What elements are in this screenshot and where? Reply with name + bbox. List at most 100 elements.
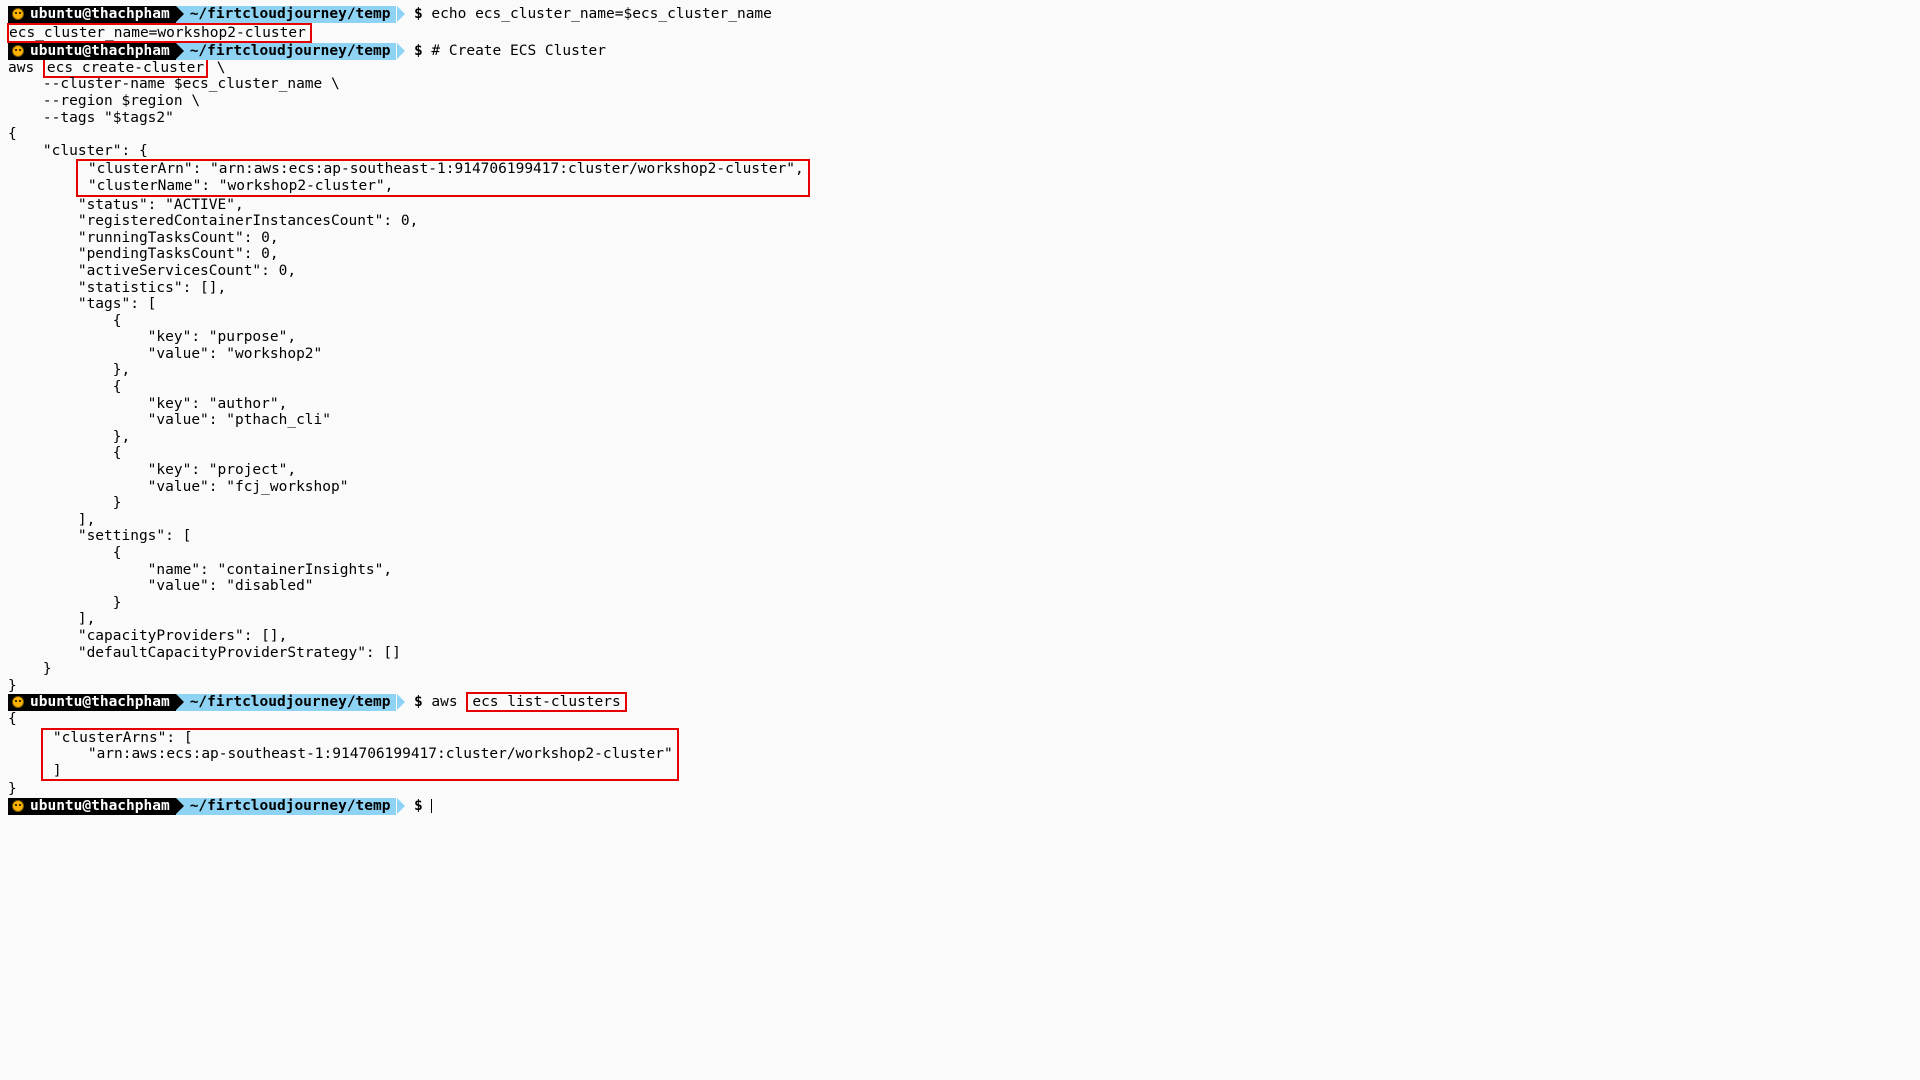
highlight-box-cluster-info: "clusterArn": "arn:aws:ecs:ap-southeast-… [76,159,810,196]
cmd-echo: echo ecs_cluster_name=$ecs_cluster_name [431,6,771,22]
prompt-symbol: $ [414,798,423,814]
json-output: { [8,313,1912,330]
json-cluster-arns-key: "clusterArns": [ [18,730,193,746]
prompt-path: ~/firtcloudjourney/temp [190,43,391,59]
prompt-symbol: $ [414,43,423,59]
terminal-line: aws ecs create-cluster \ [8,60,1912,77]
json-line: "arn:aws:ecs:ap-southeast-1:914706199417… [18,746,673,763]
json-line: "defaultCapacityProviderStrategy": [] [8,645,401,661]
prompt-user-host: ubuntu@thachpham [30,798,170,814]
json-output: "value": "workshop2" [8,346,1912,363]
json-bracket: ] [18,763,62,779]
json-line: "clusterArn": "arn:aws:ecs:ap-southeast-… [18,161,804,178]
cmd-list-boxed: ecs list-clusters [472,694,620,710]
prompt-user-host: ubuntu@thachpham [30,43,170,59]
json-line: "value": "workshop2" [8,346,322,362]
json-output: } [8,781,1912,798]
json-line: "registeredContainerInstancesCount": 0, [8,213,418,229]
json-line: "runningTasksCount": 0, [8,230,279,246]
json-output: "value": "fcj_workshop" [8,479,1912,496]
json-output: }, [8,362,1912,379]
cmd-create-arg: --cluster-name $ecs_cluster_name \ [8,76,340,92]
json-line: "status": "ACTIVE", [8,197,244,213]
json-line: "key": "project", [8,462,296,478]
json-line: "settings": [ [8,528,191,544]
json-output: "key": "project", [8,462,1912,479]
json-line: "value": "pthach_cli" [8,412,331,428]
json-line: }, [8,362,130,378]
terminal-line[interactable]: ubuntu@thachpham~/firtcloudjourney/temp … [8,6,1912,23]
json-output: "runningTasksCount": 0, [8,230,1912,247]
json-line: "value": "disabled" [8,578,314,594]
json-output: "registeredContainerInstancesCount": 0, [8,213,1912,230]
json-output: ], [8,611,1912,628]
json-line: { [8,545,122,561]
json-output: "settings": [ [8,528,1912,545]
json-output: "statistics": [], [8,280,1912,297]
ubuntu-icon [12,696,24,708]
json-brace: { [8,126,17,142]
json-line: "tags": [ [8,296,156,312]
prompt-path: ~/firtcloudjourney/temp [190,798,391,814]
json-output: { [8,379,1912,396]
ubuntu-icon [12,800,24,812]
json-line: "pendingTasksCount": 0, [8,246,279,262]
json-output: }, [8,429,1912,446]
json-line: "key": "purpose", [8,329,296,345]
json-output: "defaultCapacityProviderStrategy": [] [8,645,1912,662]
json-line: { [8,445,122,461]
json-line: "name": "containerInsights", [8,562,392,578]
json-output: } [8,661,1912,678]
highlight-box-cluster-arns: "clusterArns": [ "arn:aws:ecs:ap-southea… [41,728,679,782]
json-output: "key": "purpose", [8,329,1912,346]
json-brace: { [8,711,17,727]
json-output: "cluster": { [8,143,1912,160]
json-cluster-arn-value: "arn:aws:ecs:ap-southeast-1:914706199417… [18,746,673,762]
json-line: "key": "author", [8,396,287,412]
cmd-create-arg: --tags "$tags2" [8,110,174,126]
prompt: ubuntu@thachpham ~/firtcloudjourney/temp [8,798,396,815]
prompt-symbol: $ [414,694,423,710]
terminal-line: ecs_cluster_name=workshop2-cluster [8,23,1912,44]
cmd-create-prefix: aws [8,60,43,76]
json-line: } [8,595,122,611]
json-output: "activeServicesCount": 0, [8,263,1912,280]
json-output: } [8,495,1912,512]
prompt-path: ~/firtcloudjourney/temp [190,694,391,710]
json-output: ], [8,512,1912,529]
echo-output: ecs_cluster_name=workshop2-cluster [9,25,306,41]
json-line: } [8,495,122,511]
json-line: ] [18,763,673,780]
json-line: "statistics": [], [8,280,226,296]
terminal-line[interactable]: ubuntu@thachpham~/firtcloudjourney/temp … [8,43,1912,60]
json-output: "tags": [ [8,296,1912,313]
cursor-icon [431,799,432,813]
json-output: { [8,711,1912,728]
prompt-user-host: ubuntu@thachpham [30,6,170,22]
json-output: { [8,545,1912,562]
json-line: ], [8,611,95,627]
json-cluster-name: "clusterName": "workshop2-cluster", [18,178,393,194]
cmd-list-prefix: aws [431,694,466,710]
json-output: { [8,445,1912,462]
json-line: } [8,661,52,677]
prompt: ubuntu@thachpham ~/firtcloudjourney/temp [8,43,396,60]
cmd-comment: # Create ECS Cluster [431,43,606,59]
json-brace: } [8,678,17,694]
highlight-box-create-cluster: ecs create-cluster [43,58,208,78]
terminal-line[interactable]: ubuntu@thachpham~/firtcloudjourney/temp … [8,798,1912,815]
ubuntu-icon [12,45,24,57]
json-line: "clusterArns": [ [18,730,673,747]
prompt: ubuntu@thachpham~/firtcloudjourney/temp [8,694,396,711]
json-output: "status": "ACTIVE", [8,197,1912,214]
prompt-path: ~/firtcloudjourney/temp [190,6,391,22]
terminal-line[interactable]: ubuntu@thachpham~/firtcloudjourney/temp … [8,694,1912,711]
prompt-symbol: $ [414,6,423,22]
json-cluster-arn: "clusterArn": "arn:aws:ecs:ap-southeast-… [18,161,804,177]
cmd-create-arg: --region $region \ [8,93,200,109]
json-output: "value": "disabled" [8,578,1912,595]
terminal-line: --region $region \ [8,93,1912,110]
json-output: "value": "pthach_cli" [8,412,1912,429]
json-line: "clusterName": "workshop2-cluster", [18,178,804,195]
json-line: { [8,313,122,329]
